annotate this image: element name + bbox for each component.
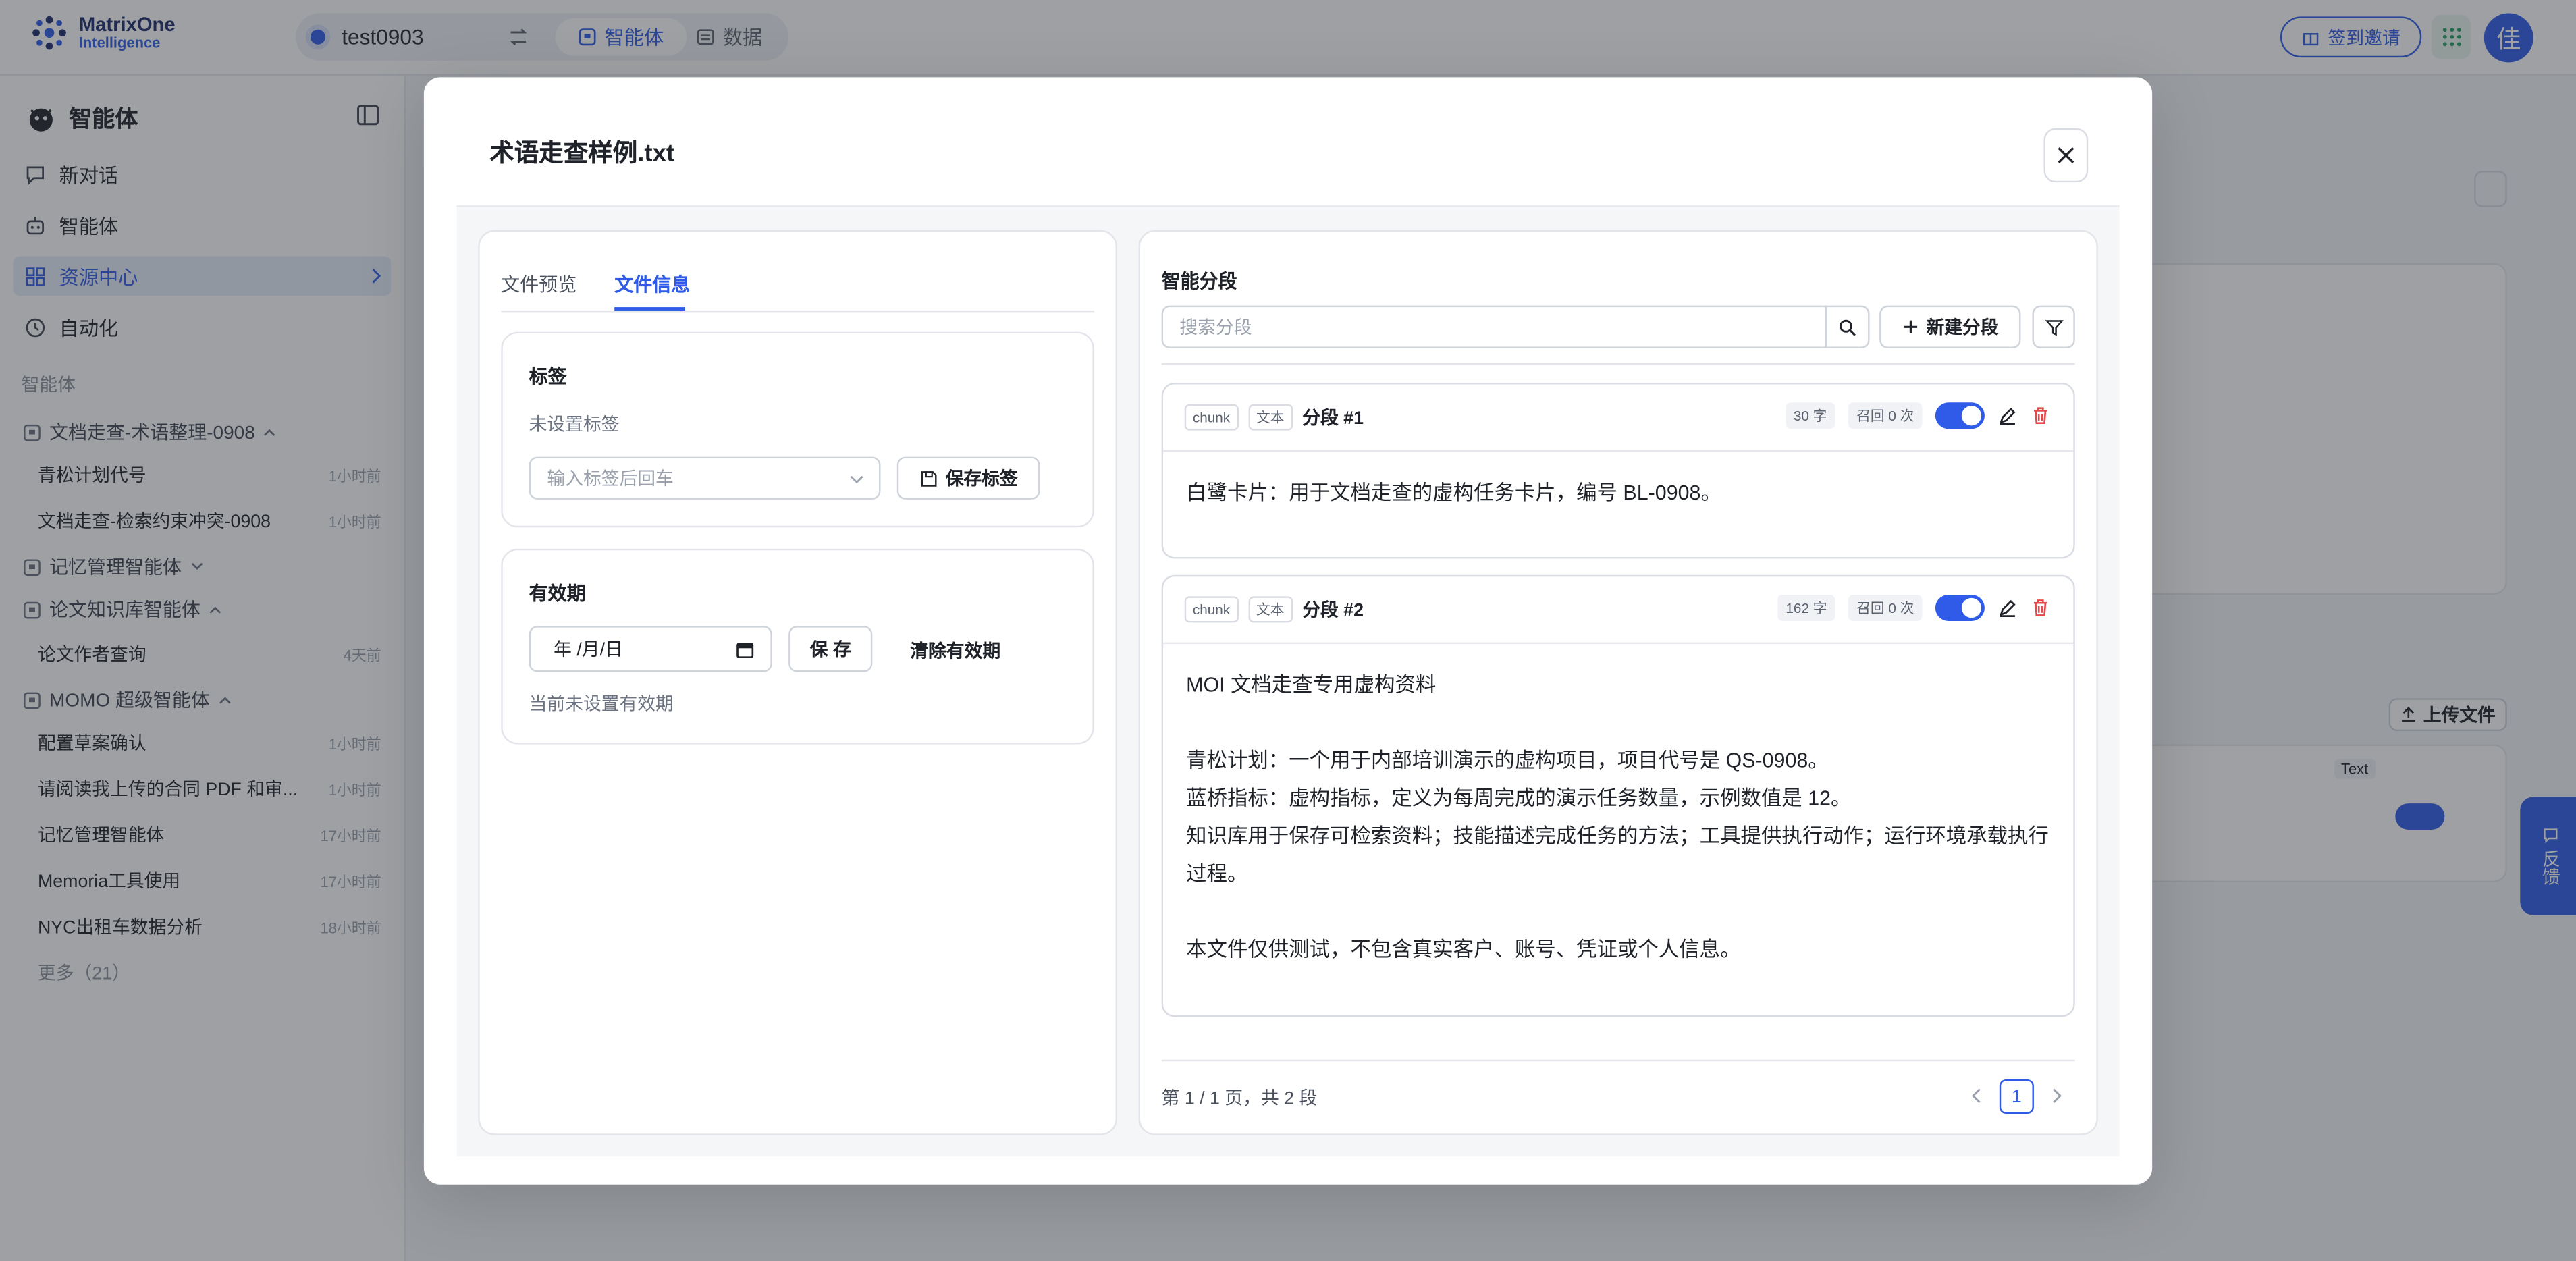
segment-header: chunk 文本 分段 #2	[1184, 596, 1364, 623]
expiry-date-input[interactable]: 年 /月/日	[529, 626, 772, 672]
clear-validity-button[interactable]: 清除有效期	[910, 637, 1000, 664]
search-divider	[1161, 363, 2075, 365]
segment-card: chunk 文本 分段 #2 162 字 召回 0 次 MOI 文档走查专用虚构…	[1161, 574, 2075, 1017]
recall-count-badge: 召回 0 次	[1848, 594, 1923, 621]
validity-title: 有效期	[529, 585, 586, 605]
segment-card: chunk 文本 分段 #1 30 字 召回 0 次 白鹭卡片：用于文档走查的虚…	[1161, 383, 2075, 559]
tab-divider	[501, 310, 1094, 313]
delete-icon[interactable]	[2031, 598, 2050, 618]
recall-count-badge: 召回 0 次	[1848, 402, 1923, 429]
plus-icon	[1903, 320, 1916, 334]
segment-text: 白鹭卡片：用于文档走查的虚构任务卡片，编号 BL-0908。	[1186, 481, 1721, 505]
segment-enable-toggle[interactable]	[1935, 402, 1985, 429]
file-detail-modal: 术语走查样例.txt 文件预览 文件信息 标签 未设置标签 输入标签后回车 保存…	[423, 77, 2153, 1185]
pagination-divider	[1161, 1059, 2075, 1062]
tag-input[interactable]: 输入标签后回车	[529, 456, 881, 500]
save-validity-label: 保 存	[809, 641, 851, 661]
segment-actions: 162 字 召回 0 次	[1777, 594, 2050, 621]
tags-title: 标签	[529, 368, 567, 388]
save-tags-label: 保存标签	[945, 470, 1018, 490]
segment-divider	[1163, 450, 2074, 452]
validity-section: 有效期 年 /月/日 保 存 清除有效期 当前未设置有效期	[501, 548, 1094, 745]
segment-search-input[interactable]: 搜索分段	[1161, 305, 1827, 348]
search-placeholder: 搜索分段	[1179, 319, 1252, 339]
modal-title: 术语走查样例.txt	[489, 139, 675, 168]
segment-enable-toggle[interactable]	[1935, 594, 1985, 621]
tab-file-preview[interactable]: 文件预览	[501, 271, 576, 298]
chunk-chip: chunk	[1184, 596, 1239, 623]
char-count-badge: 30 字	[1785, 402, 1835, 429]
date-placeholder: 年 /月/日	[554, 641, 623, 661]
tag-input-placeholder: 输入标签后回车	[547, 470, 674, 490]
tab-file-info[interactable]: 文件信息	[614, 271, 690, 298]
segments-title: 智能分段	[1161, 272, 1237, 293]
new-segment-button[interactable]: 新建分段	[1879, 305, 2021, 348]
tags-section: 标签 未设置标签 输入标签后回车 保存标签	[501, 331, 1094, 528]
filter-button[interactable]	[2032, 305, 2075, 348]
save-icon	[920, 470, 936, 486]
file-info-panel: 文件预览 文件信息 标签 未设置标签 输入标签后回车 保存标签 有效期 年 /月…	[478, 230, 1117, 1135]
prev-page-icon[interactable]	[1970, 1088, 1983, 1104]
delete-icon[interactable]	[2031, 406, 2050, 425]
validity-status: 当前未设置有效期	[529, 695, 674, 715]
page-number[interactable]: 1	[1999, 1079, 2034, 1115]
filter-icon	[2044, 319, 2063, 336]
char-count-badge: 162 字	[1777, 594, 1835, 621]
app-screen: MatrixOne Intelligence test0903 智能体 数据 签…	[0, 0, 2576, 1261]
chevron-down-icon	[850, 475, 863, 484]
search-icon	[1839, 319, 1856, 336]
edit-icon[interactable]	[1997, 598, 2017, 618]
segment-text: MOI 文档走查专用虚构资料 青松计划：一个用于内部培训演示的虚构项目，项目代号…	[1186, 673, 2049, 961]
chunk-chip: chunk	[1184, 404, 1239, 431]
new-segment-label: 新建分段	[1926, 319, 1999, 339]
modal-body: 文件预览 文件信息 标签 未设置标签 输入标签后回车 保存标签 有效期 年 /月…	[456, 207, 2120, 1157]
segment-actions: 30 字 召回 0 次	[1785, 402, 2051, 429]
tags-status: 未设置标签	[529, 415, 620, 435]
calendar-icon	[736, 643, 754, 659]
next-page-icon[interactable]	[2050, 1088, 2063, 1104]
type-chip: 文本	[1247, 404, 1293, 431]
close-button[interactable]	[2043, 128, 2089, 183]
type-chip: 文本	[1247, 596, 1293, 623]
search-button[interactable]	[1825, 305, 1870, 348]
edit-icon[interactable]	[1997, 406, 2017, 425]
smart-segments-panel: 智能分段 搜索分段 新建分段 chunk 文本 分段 #1 30 字 召回 0 …	[1138, 230, 2098, 1135]
segment-divider	[1163, 642, 2074, 645]
segment-title: 分段 #2	[1302, 601, 1364, 621]
close-icon	[2058, 147, 2074, 163]
segment-header: chunk 文本 分段 #1	[1184, 404, 1364, 431]
save-validity-button[interactable]: 保 存	[788, 626, 873, 672]
segment-title: 分段 #1	[1302, 408, 1364, 429]
save-tags-button[interactable]: 保存标签	[896, 456, 1040, 500]
pagination-summary: 第 1 / 1 页，共 2 段	[1161, 1089, 1318, 1109]
